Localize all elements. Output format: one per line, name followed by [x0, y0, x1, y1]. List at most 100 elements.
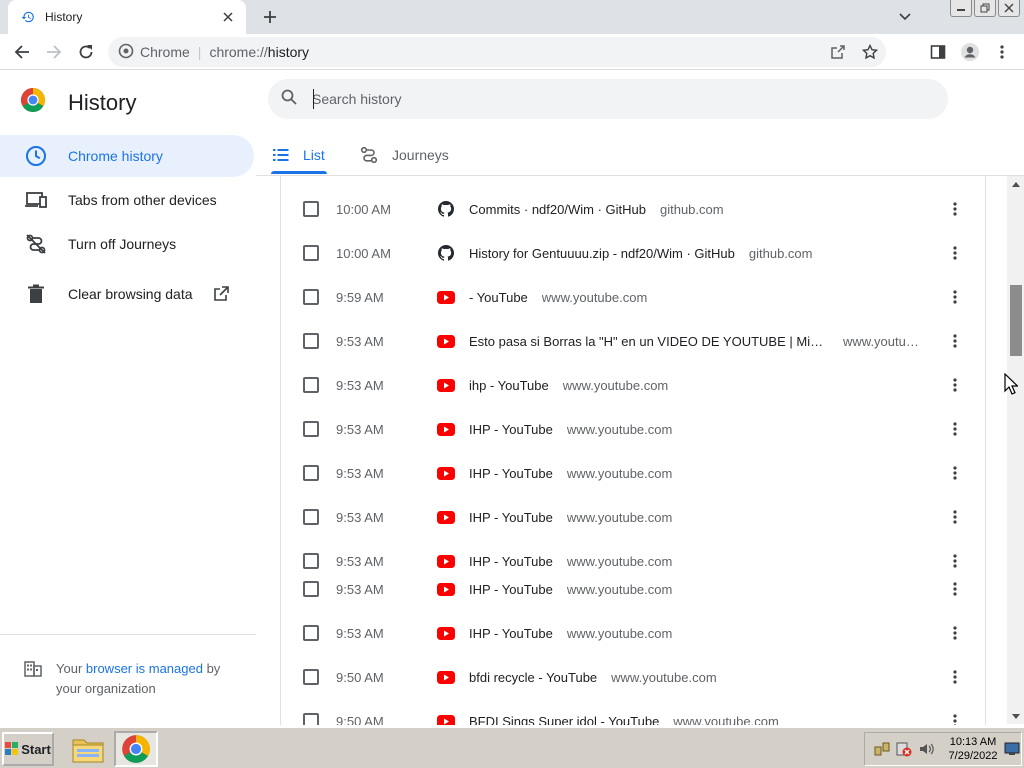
site-label: Chrome — [140, 44, 190, 60]
row-time: 9:53 AM — [336, 465, 384, 481]
tab-journeys-label: Journeys — [392, 147, 449, 163]
scroll-down-arrow-icon[interactable] — [1007, 708, 1024, 724]
more-menu-icon[interactable] — [986, 36, 1018, 68]
row-more-actions-icon[interactable] — [941, 371, 969, 399]
row-time: 9:53 AM — [336, 333, 384, 349]
row-checkbox[interactable] — [303, 333, 319, 349]
back-button[interactable] — [6, 36, 38, 68]
sidebar-item-turn-off-journeys[interactable]: Turn off Journeys — [0, 223, 254, 265]
row-link[interactable]: IHP - YouTube www.youtube.com — [469, 582, 672, 597]
row-link[interactable]: IHP - YouTube www.youtube.com — [469, 510, 672, 525]
row-link[interactable]: bfdi recycle - YouTube www.youtube.com — [469, 670, 717, 685]
row-checkbox[interactable] — [303, 669, 319, 685]
row-more-actions-icon[interactable] — [941, 239, 969, 267]
scroll-up-arrow-icon[interactable] — [1007, 176, 1024, 192]
row-domain: www.youtube.com — [566, 421, 673, 437]
file-explorer-taskbar-icon[interactable] — [66, 731, 110, 767]
managed-text: Your browser is managed by your organiza… — [56, 659, 234, 699]
row-checkbox[interactable] — [303, 245, 319, 261]
close-tab-icon[interactable] — [220, 9, 236, 25]
row-link[interactable]: ihp - YouTube www.youtube.com — [469, 378, 668, 393]
share-icon[interactable] — [822, 37, 854, 67]
row-checkbox[interactable] — [303, 377, 319, 393]
page-scrollbar[interactable] — [1007, 176, 1024, 724]
browser-toolbar: Chrome | chrome://history — [0, 34, 1024, 70]
browser-tab-history[interactable]: History — [8, 0, 246, 34]
list-icon — [273, 149, 289, 161]
chrome-taskbar-icon[interactable] — [114, 731, 158, 767]
row-checkbox[interactable] — [303, 201, 319, 217]
row-more-actions-icon[interactable] — [941, 415, 969, 443]
row-link[interactable]: Esto pasa si Borras la "H" en un VIDEO D… — [469, 334, 919, 349]
start-label: Start — [21, 741, 51, 757]
github-favicon-icon — [437, 244, 455, 262]
row-link[interactable]: Commits · ndf20/Wim · GitHub github.com — [469, 202, 724, 217]
close-window-button[interactable] — [998, 0, 1020, 17]
row-link[interactable]: History for Gentuuuu.zip - ndf20/Wim · G… — [469, 246, 812, 261]
network-tray-icon[interactable] — [871, 739, 893, 759]
scrollbar-thumb[interactable] — [1010, 285, 1022, 356]
managed-link[interactable]: browser is managed — [86, 661, 203, 676]
row-domain: www.youtube.com — [562, 377, 669, 393]
youtube-favicon-icon — [437, 464, 455, 482]
row-more-actions-icon[interactable] — [941, 283, 969, 311]
tab-list[interactable]: List — [273, 135, 325, 175]
forward-button[interactable] — [38, 36, 70, 68]
row-title: IHP - YouTube — [469, 581, 553, 597]
restore-button[interactable] — [974, 0, 996, 17]
url-scheme: chrome:// — [209, 44, 268, 60]
address-bar[interactable]: Chrome | chrome://history — [108, 37, 886, 67]
row-checkbox[interactable] — [303, 421, 319, 437]
row-more-actions-icon[interactable] — [941, 619, 969, 647]
bookmark-star-icon[interactable] — [854, 37, 886, 67]
journeys-icon — [360, 146, 378, 164]
row-checkbox[interactable] — [303, 465, 319, 481]
omnibox-separator: | — [197, 44, 202, 60]
volume-tray-icon[interactable] — [915, 739, 937, 759]
sidebar-item-tabs-other-devices[interactable]: Tabs from other devices — [0, 179, 254, 221]
tab-list-label: List — [303, 147, 325, 163]
tab-search-icon[interactable] — [895, 8, 915, 26]
row-checkbox[interactable] — [303, 625, 319, 641]
row-more-actions-icon[interactable] — [941, 195, 969, 223]
row-checkbox[interactable] — [303, 289, 319, 305]
search-bar[interactable] — [268, 79, 948, 119]
history-row: 9:53 AM IHP - YouTube www.youtube.com — [281, 407, 985, 451]
row-domain: www.youtube.com — [541, 289, 648, 305]
side-panel-icon[interactable] — [922, 36, 954, 68]
reload-button[interactable] — [70, 36, 102, 68]
row-more-actions-icon[interactable] — [941, 327, 969, 355]
show-desktop-icon[interactable] — [1001, 739, 1023, 759]
row-more-actions-icon[interactable] — [941, 575, 969, 603]
row-link[interactable]: IHP - YouTube www.youtube.com — [469, 626, 672, 641]
row-checkbox[interactable] — [303, 509, 319, 525]
new-tab-button[interactable] — [258, 6, 282, 28]
minimize-button[interactable] — [950, 0, 972, 17]
page-header: History — [20, 87, 136, 118]
profile-avatar-icon[interactable] — [954, 36, 986, 68]
row-more-actions-icon[interactable] — [941, 707, 969, 725]
row-more-actions-icon[interactable] — [941, 459, 969, 487]
sidebar-item-clear-browsing-data[interactable]: Clear browsing data — [0, 273, 254, 315]
search-icon — [280, 88, 298, 111]
youtube-favicon-icon — [437, 288, 455, 306]
row-more-actions-icon[interactable] — [941, 663, 969, 691]
search-input[interactable] — [312, 91, 912, 107]
row-checkbox[interactable] — [303, 713, 319, 725]
row-checkbox[interactable] — [303, 581, 319, 597]
page-title: History — [68, 89, 137, 115]
row-link[interactable]: IHP - YouTube www.youtube.com — [469, 466, 672, 481]
tab-journeys[interactable]: Journeys — [360, 135, 449, 175]
sidebar-item-chrome-history[interactable]: Chrome history — [0, 135, 254, 177]
row-link[interactable]: IHP - YouTube www.youtube.com — [469, 422, 672, 437]
security-alert-tray-icon[interactable] — [893, 739, 915, 759]
windows-taskbar: Start 10:13 AM 7/29/2022 — [0, 726, 1024, 768]
row-link[interactable]: - YouTube www.youtube.com — [469, 290, 647, 305]
row-more-actions-icon[interactable] — [941, 503, 969, 531]
row-time: 9:59 AM — [336, 289, 384, 305]
row-link[interactable]: BFDI Sings Super idol - YouTube www.youtu… — [469, 714, 779, 726]
taskbar-clock[interactable]: 10:13 AM 7/29/2022 — [945, 735, 1001, 763]
mouse-cursor-icon — [1004, 372, 1019, 400]
row-domain: www.youtube.com — [566, 509, 673, 525]
start-button[interactable]: Start — [2, 732, 54, 766]
